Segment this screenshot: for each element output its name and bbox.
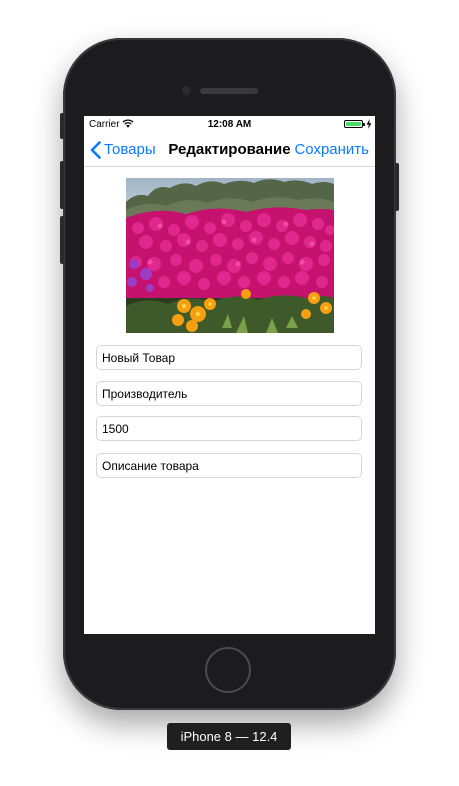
status-time: 12:08 AM — [207, 119, 252, 130]
navigation-bar: Товары Редактирование Сохранить — [84, 133, 375, 167]
bolt-icon — [366, 119, 372, 129]
price-field[interactable] — [96, 416, 362, 441]
battery-icon — [344, 120, 365, 128]
volume-down-button — [60, 216, 64, 264]
earpiece-speaker — [200, 88, 258, 94]
screen: Carrier 12:08 AM Товары Редактирование С… — [84, 116, 375, 634]
manufacturer-field[interactable] — [96, 381, 362, 406]
flowers-photo — [126, 178, 334, 333]
silent-switch — [60, 113, 64, 139]
power-button — [395, 163, 399, 211]
status-bar: Carrier 12:08 AM — [84, 116, 375, 133]
volume-up-button — [60, 161, 64, 209]
product-name-field[interactable] — [96, 345, 362, 370]
home-button[interactable] — [205, 647, 251, 693]
product-image[interactable] — [126, 178, 334, 333]
device-label: iPhone 8 — 12.4 — [167, 723, 291, 750]
description-field[interactable] — [96, 453, 362, 478]
front-camera — [182, 86, 191, 95]
save-button[interactable]: Сохранить — [294, 141, 369, 158]
